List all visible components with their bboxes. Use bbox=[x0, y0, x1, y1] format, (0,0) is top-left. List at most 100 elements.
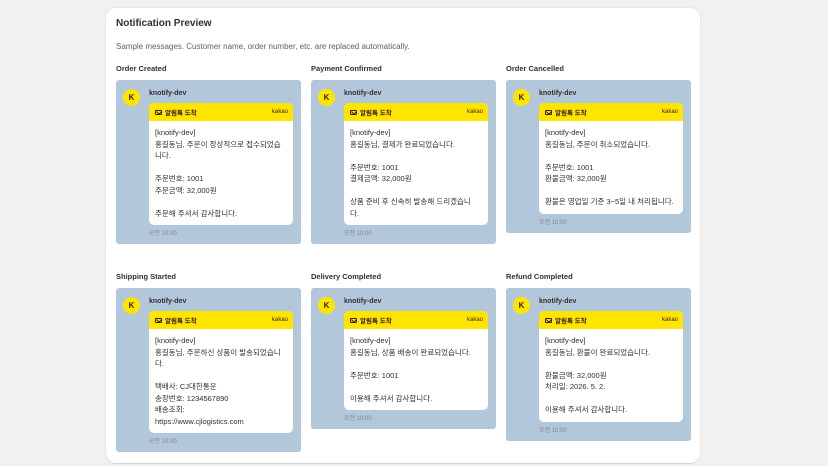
message-line bbox=[155, 370, 287, 382]
message-bubble: 알림톡 도착 kakao [knotify-dev] 홍길동님, 상품 배송이 완… bbox=[344, 311, 488, 410]
message-line: 결제금액: 32,000원 bbox=[350, 174, 412, 183]
message-bubble: 알림톡 도착 kakao [knotify-dev] 홍길동님, 주문이 취소되었… bbox=[539, 103, 683, 214]
message-bubble: 알림톡 도착 kakao [knotify-dev] 홍길동님, 결제가 완료되었… bbox=[344, 103, 488, 225]
mail-icon bbox=[155, 109, 162, 115]
message-line bbox=[350, 150, 482, 162]
message-line: [knotify-dev] bbox=[155, 128, 196, 137]
avatar: K bbox=[318, 297, 335, 314]
message-line bbox=[350, 381, 482, 393]
card-title: Notification Preview bbox=[116, 18, 212, 29]
message-line: 홍길동님, 주문하신 상품이 발송되었습니 bbox=[155, 347, 281, 357]
sender-name: knotify-dev bbox=[149, 298, 187, 305]
preview-label: Shipping Started bbox=[116, 272, 176, 281]
message-line bbox=[350, 185, 482, 197]
bubble-header-title: 알림톡 도착 bbox=[360, 110, 392, 117]
preview-payment-confirmed: Payment Confirmed K knotify-dev 알림톡 도착 k… bbox=[311, 63, 496, 244]
message-line: [knotify-dev] bbox=[545, 128, 586, 137]
message-time: 오전 10:00 bbox=[149, 439, 177, 445]
bubble-header-title: 알림톡 도착 bbox=[555, 318, 587, 325]
bubble-header: 알림톡 도착 kakao bbox=[539, 103, 683, 121]
message-line: 송장번호: 1234567890 bbox=[155, 393, 229, 403]
message-time: 오전 10:00 bbox=[539, 427, 567, 434]
card-description: Sample messages. Customer name, order nu… bbox=[116, 42, 410, 51]
message-line: 환불금액: 32,000원 bbox=[545, 174, 607, 183]
message-line: [knotify-dev] bbox=[350, 336, 391, 345]
bubble-header: 알림톡 도착 kakao bbox=[149, 103, 293, 121]
message-body: [knotify-dev] 홍길동님, 환불이 완료되었습니다. 환불금액: 32,… bbox=[539, 329, 683, 422]
message-line: 주문해 주셔서 감사합니다. bbox=[155, 208, 238, 218]
mail-icon bbox=[545, 109, 552, 115]
message-line: 다. bbox=[155, 359, 164, 368]
kakao-brand: kakao bbox=[271, 109, 288, 115]
chat-window: K knotify-dev 알림톡 도착 kakao [knotify-dev]… bbox=[311, 288, 496, 429]
avatar: K bbox=[513, 89, 530, 106]
bubble-header-title: 알림톡 도착 bbox=[165, 318, 197, 325]
message-body: [knotify-dev] 홍길동님, 주문이 취소되었습니다. 주문번호: 100… bbox=[539, 121, 683, 214]
chat-window: K knotify-dev 알림톡 도착 kakao [knotify-dev]… bbox=[116, 80, 301, 244]
message-time: 오전 10:00 bbox=[149, 231, 177, 237]
message-line: 주문번호: 1001 bbox=[545, 162, 594, 172]
kakao-brand: kakao bbox=[466, 317, 483, 323]
message-line bbox=[155, 162, 287, 174]
message-line: 상품 준비 후 신속히 발송해 드리겠습니 bbox=[350, 197, 471, 206]
message-line: 홍길동님, 환불이 완료되었습니다. bbox=[545, 347, 650, 357]
message-line: 주문번호: 1001 bbox=[350, 162, 399, 172]
message-line: 택배사: CJ대한통운 bbox=[155, 382, 217, 391]
message-line: 환불은 영업일 기준 3~5일 내 처리됩니다. bbox=[545, 197, 674, 206]
mail-icon bbox=[350, 317, 357, 323]
message-line: https://www.cjlogistics.com bbox=[155, 416, 244, 426]
message-line: 홍길동님, 주문이 정상적으로 접수되었습 bbox=[155, 139, 281, 149]
mail-icon bbox=[350, 109, 357, 115]
message-line bbox=[545, 393, 677, 405]
message-line: [knotify-dev] bbox=[350, 128, 391, 137]
message-line: 주문번호: 1001 bbox=[350, 370, 399, 380]
message-line: 이용해 주셔서 감사합니다. bbox=[350, 393, 433, 403]
message-line bbox=[545, 358, 677, 370]
chat-window: K knotify-dev 알림톡 도착 kakao [knotify-dev]… bbox=[311, 80, 496, 244]
preview-order-created: Order Created K knotify-dev 알림톡 도착 kakao… bbox=[116, 63, 301, 244]
preview-order-cancelled: Order Cancelled K knotify-dev 알림톡 도착 kak… bbox=[506, 63, 691, 233]
message-time: 오전 10:00 bbox=[539, 219, 567, 226]
message-line bbox=[155, 196, 287, 208]
message-line: 니다. bbox=[155, 151, 171, 160]
sender-name: knotify-dev bbox=[539, 298, 577, 305]
kakao-brand: kakao bbox=[466, 109, 483, 115]
preview-label: Order Created bbox=[116, 64, 167, 73]
message-line bbox=[350, 358, 482, 370]
preview-delivery-completed: Delivery Completed K knotify-dev 알림톡 도착 … bbox=[311, 271, 496, 429]
message-time: 오전 10:00 bbox=[344, 416, 372, 422]
preview-shipping-started: Shipping Started K knotify-dev 알림톡 도착 ka… bbox=[116, 271, 301, 452]
sender-name: knotify-dev bbox=[344, 90, 382, 97]
message-line: [knotify-dev] bbox=[545, 336, 586, 345]
avatar: K bbox=[123, 297, 140, 314]
message-body: [knotify-dev] 홍길동님, 상품 배송이 완료되었습니다. 주문번호: … bbox=[344, 329, 488, 410]
kakao-brand: kakao bbox=[271, 317, 288, 323]
message-line: 주문금액: 32,000원 bbox=[155, 185, 217, 195]
message-line bbox=[545, 150, 677, 162]
preview-label: Payment Confirmed bbox=[311, 64, 382, 73]
bubble-header: 알림톡 도착 kakao bbox=[344, 103, 488, 121]
message-line: 홍길동님, 주문이 취소되었습니다. bbox=[545, 139, 650, 149]
message-line: 홍길동님, 상품 배송이 완료되었습니다. bbox=[350, 347, 471, 357]
message-bubble: 알림톡 도착 kakao [knotify-dev] 홍길동님, 주문이 정상적으… bbox=[149, 103, 293, 225]
message-line: 이용해 주셔서 감사합니다. bbox=[545, 405, 628, 414]
message-line: 배송조회: bbox=[155, 405, 185, 414]
avatar: K bbox=[318, 89, 335, 106]
message-line: 다. bbox=[350, 208, 359, 218]
kakao-brand: kakao bbox=[661, 109, 678, 115]
kakao-brand: kakao bbox=[661, 317, 678, 323]
sender-name: knotify-dev bbox=[149, 90, 187, 97]
preview-label: Delivery Completed bbox=[311, 272, 382, 281]
message-bubble: 알림톡 도착 kakao [knotify-dev] 홍길동님, 주문하신 상품이… bbox=[149, 311, 293, 433]
sender-name: knotify-dev bbox=[539, 90, 577, 97]
bubble-header-title: 알림톡 도착 bbox=[165, 110, 197, 117]
chat-window: K knotify-dev 알림톡 도착 kakao [knotify-dev]… bbox=[506, 80, 691, 233]
avatar: K bbox=[123, 89, 140, 106]
message-body: [knotify-dev] 홍길동님, 주문이 정상적으로 접수되었습 니다. 주문번… bbox=[149, 121, 293, 225]
message-line: [knotify-dev] bbox=[155, 336, 196, 345]
message-line: 처리일: 2026. 5. 2. bbox=[545, 382, 606, 391]
message-line: 홍길동님, 결제가 완료되었습니다. bbox=[350, 139, 455, 149]
message-body: [knotify-dev] 홍길동님, 주문하신 상품이 발송되었습니다. 택배사:… bbox=[149, 329, 293, 433]
bubble-header-title: 알림톡 도착 bbox=[555, 110, 587, 117]
preview-label: Refund Completed bbox=[506, 272, 573, 281]
